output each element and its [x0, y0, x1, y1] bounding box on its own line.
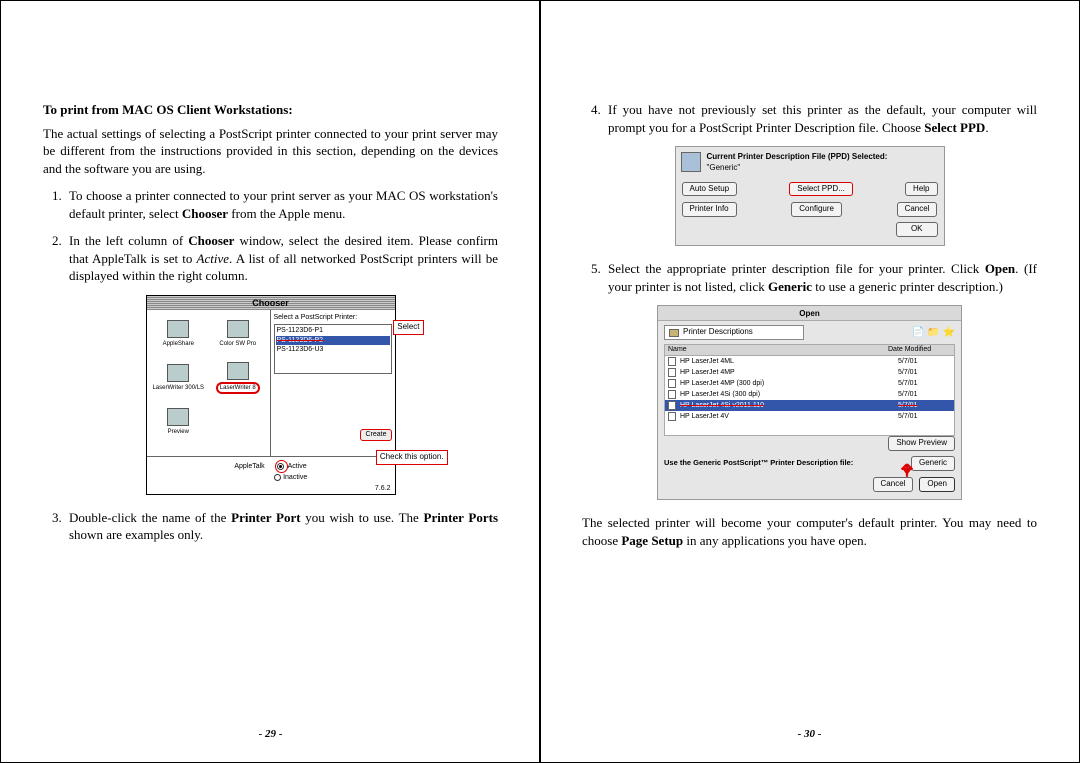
chooser-outer: Chooser AppleShare Color SW Pro LaserWri… [146, 295, 396, 495]
colorsw-icon[interactable]: Color SW Pro [209, 313, 267, 355]
chooser-figure-wrap: Chooser AppleShare Color SW Pro LaserWri… [43, 295, 498, 495]
doc-icon [668, 368, 676, 377]
show-preview-button[interactable]: Show Preview [888, 436, 955, 451]
cancel-button[interactable]: Cancel [897, 202, 938, 217]
col-name[interactable]: Name [665, 345, 888, 354]
ppd-sub: "Generic" [707, 163, 888, 174]
ppd-figure-wrap: Current Printer Description File (PPD) S… [582, 146, 1037, 246]
open-figure-wrap: Open Printer Descriptions 📄 📁 ⭐ Name Dat… [582, 305, 1037, 500]
heading: To print from MAC OS Client Workstations… [43, 101, 498, 119]
open-cancel-button[interactable]: Cancel [873, 477, 914, 492]
appleshare-icon[interactable]: AppleShare [150, 313, 208, 355]
chooser-left-pane: AppleShare Color SW Pro LaserWriter 300/… [147, 310, 271, 456]
page-30: If you have not previously set this prin… [540, 0, 1080, 763]
callout-check: Check this option. [376, 450, 448, 465]
file-row[interactable]: HP LaserJet 4ML5/7/01 [665, 356, 954, 367]
toolbar-icons: 📄 📁 ⭐ [912, 326, 955, 340]
ps-item-3[interactable]: PS-1123D6-U3 [276, 345, 390, 354]
folder-icon [669, 329, 679, 337]
chooser-titlebar: Chooser [147, 296, 395, 310]
step-3: Double-click the name of the Printer Por… [65, 509, 498, 544]
open-dialog: Open Printer Descriptions 📄 📁 ⭐ Name Dat… [657, 305, 962, 500]
doc-icon [668, 401, 676, 410]
callout-select: Select [393, 320, 423, 335]
file-row[interactable]: HP LaserJet 4MP5/7/01 [665, 367, 954, 378]
file-list-header: Name Date Modified [664, 344, 955, 356]
page-29: To print from MAC OS Client Workstations… [0, 0, 540, 763]
ps-list-title: Select a PostScript Printer: [274, 313, 392, 322]
steps-list-left: To choose a printer connected to your pr… [43, 187, 498, 285]
file-row[interactable]: HP LaserJet 4V5/7/01 [665, 411, 954, 422]
ps-item-1[interactable]: PS-1123D6-P1 [276, 326, 390, 335]
active-radio[interactable] [277, 463, 284, 470]
preview-icon[interactable]: Preview [150, 401, 208, 443]
auto-setup-button[interactable]: Auto Setup [682, 182, 738, 197]
ok-button[interactable]: OK [896, 222, 938, 237]
page-number-right: - 30 - [540, 727, 1079, 742]
steps-list-right-2: Select the appropriate printer descripti… [582, 260, 1037, 295]
open-button[interactable]: Open [919, 477, 955, 492]
chooser-bottom: AppleTalk Active AppleTalk Inactive 7.6.… [147, 456, 395, 496]
doc-icon [668, 379, 676, 388]
laserwriter300-icon[interactable]: LaserWriter 300/LS [150, 357, 208, 399]
help-button[interactable]: Help [905, 182, 937, 197]
file-list: HP LaserJet 4ML5/7/01 HP LaserJet 4MP5/7… [664, 356, 955, 436]
laserwriter8-icon[interactable]: LaserWriter 8 [209, 357, 267, 399]
active-highlight [275, 460, 288, 473]
chooser-right-pane: Select a PostScript Printer: PS-1123D6-P… [271, 310, 395, 456]
doc-icon [668, 412, 676, 421]
step-1: To choose a printer connected to your pr… [65, 187, 498, 222]
closing-paragraph: The selected printer will become your co… [582, 514, 1037, 549]
inactive-radio[interactable] [274, 474, 281, 481]
file-row[interactable]: HP LaserJet 4Si (300 dpi)5/7/01 [665, 389, 954, 400]
step-2: In the left column of Chooser window, se… [65, 232, 498, 285]
file-row[interactable]: HP LaserJet 4MP (300 dpi)5/7/01 [665, 378, 954, 389]
doc-icon [668, 357, 676, 366]
step-4: If you have not previously set this prin… [604, 101, 1037, 136]
ppd-dialog: Current Printer Description File (PPD) S… [675, 146, 945, 246]
steps-list-left-2: Double-click the name of the Printer Por… [43, 509, 498, 544]
intro-paragraph: The actual settings of selecting a PostS… [43, 125, 498, 178]
chooser-version: 7.6.2 [375, 484, 391, 493]
generic-button[interactable]: Generic [911, 456, 955, 471]
select-ppd-button[interactable]: Select PPD... [789, 182, 853, 197]
file-row-selected[interactable]: HP LaserJet 4Si v2011.1105/7/01 [665, 400, 954, 411]
ps-list: PS-1123D6-P1 PS-1123D6-P2 PS-1123D6-U3 [274, 324, 392, 374]
chooser-body: AppleShare Color SW Pro LaserWriter 300/… [147, 310, 395, 456]
appletalk-label: AppleTalk [234, 463, 264, 470]
configure-button[interactable]: Configure [791, 202, 842, 217]
ps-item-2[interactable]: PS-1123D6-P2 [276, 336, 390, 345]
printer-icon [681, 152, 701, 172]
red-arrow-annotation [898, 455, 916, 477]
steps-list-right: If you have not previously set this prin… [582, 101, 1037, 136]
doc-icon [668, 390, 676, 399]
folder-combo[interactable]: Printer Descriptions [664, 325, 804, 340]
printer-info-button[interactable]: Printer Info [682, 202, 737, 217]
chooser-window: Chooser AppleShare Color SW Pro LaserWri… [146, 295, 396, 495]
open-titlebar: Open [658, 306, 961, 321]
create-button[interactable]: Create [360, 429, 391, 440]
page-number-left: - 29 - [1, 727, 540, 742]
step-5: Select the appropriate printer descripti… [604, 260, 1037, 295]
ppd-header: Current Printer Description File (PPD) S… [707, 152, 888, 163]
col-date[interactable]: Date Modified [888, 345, 944, 354]
